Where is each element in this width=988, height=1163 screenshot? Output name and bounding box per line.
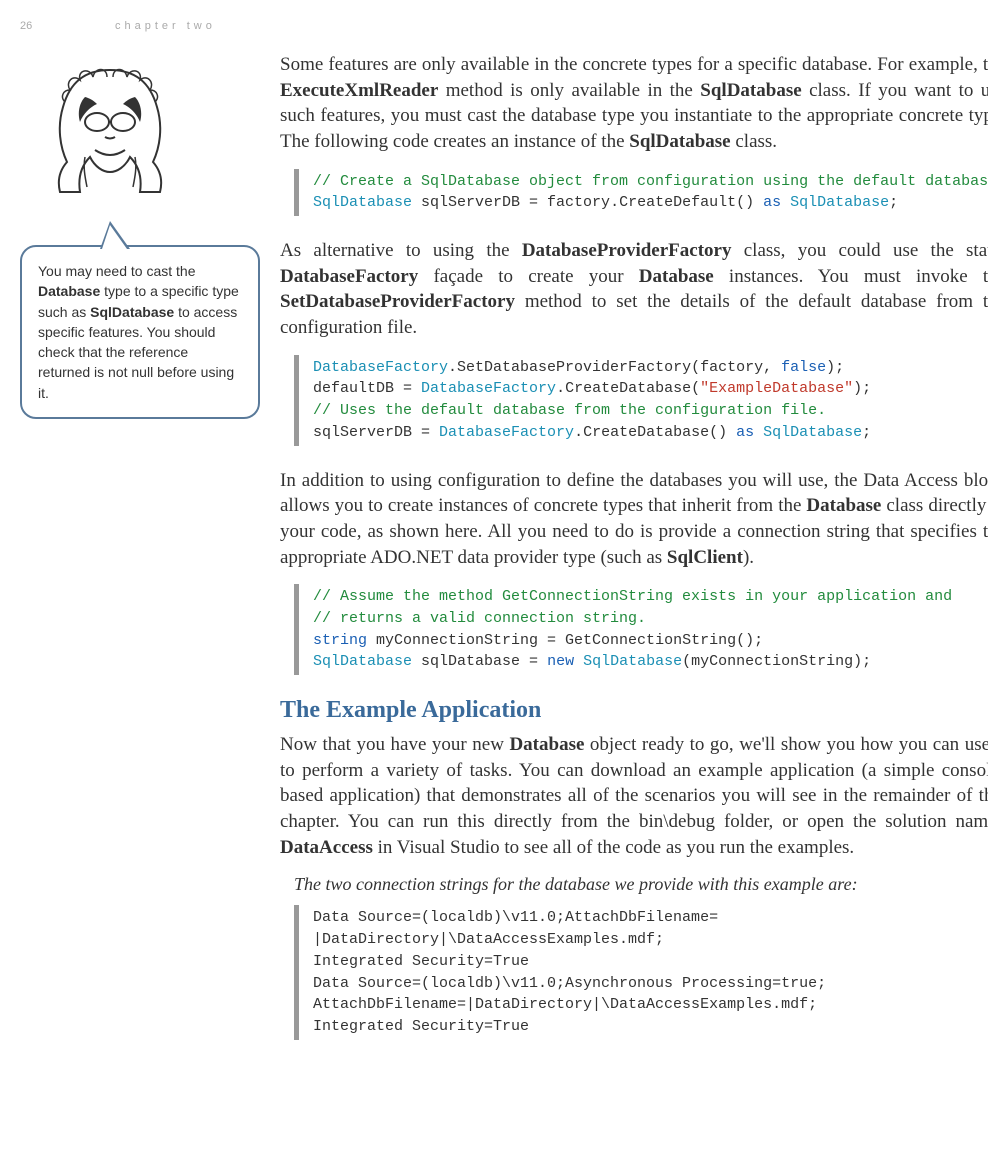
code-keyword: new bbox=[547, 653, 574, 670]
bold-term: SqlClient bbox=[667, 547, 743, 568]
code-string: "ExampleDatabase" bbox=[700, 380, 853, 397]
code-text: (myConnectionString); bbox=[682, 653, 871, 670]
code-type: SqlDatabase bbox=[763, 424, 862, 441]
body-text: Some features are only available in the … bbox=[280, 54, 988, 75]
code-text: Data Source=(localdb)\v11.0;Asynchronous… bbox=[313, 975, 826, 992]
code-text: ); bbox=[853, 380, 871, 397]
code-block: Data Source=(localdb)\v11.0;AttachDbFile… bbox=[294, 905, 988, 1040]
page-header: 26 chapter two bbox=[20, 20, 968, 32]
body-text: Now that you have your new bbox=[280, 734, 509, 755]
bold-term: DatabaseFactory bbox=[280, 266, 418, 287]
code-text: .CreateDatabase( bbox=[556, 380, 700, 397]
bold-term: DatabaseProviderFactory bbox=[522, 240, 732, 261]
bold-term: ExecuteXmlReader bbox=[280, 80, 438, 101]
code-text: Integrated Security=True bbox=[313, 953, 529, 970]
code-text: Integrated Security=True bbox=[313, 1018, 529, 1035]
body-text: ). bbox=[743, 547, 754, 568]
code-keyword: as bbox=[736, 424, 754, 441]
body-text: class. bbox=[731, 131, 777, 152]
italic-intro: The two connection strings for the datab… bbox=[294, 874, 988, 895]
code-keyword: string bbox=[313, 632, 367, 649]
code-text: myConnectionString = GetConnectionString… bbox=[367, 632, 763, 649]
code-type: SqlDatabase bbox=[583, 653, 682, 670]
main-content: Some features are only available in the … bbox=[280, 52, 988, 1062]
bold-term: SqlData­base bbox=[700, 80, 801, 101]
code-type: DatabaseFactory bbox=[439, 424, 574, 441]
code-text: ; bbox=[862, 424, 871, 441]
sidebar-callout: You may need to cast the Database type t… bbox=[20, 245, 260, 419]
code-text: .SetDatabaseProviderFactory(factory, bbox=[448, 359, 781, 376]
code-block: DatabaseFactory.SetDatabaseProviderFacto… bbox=[294, 355, 988, 446]
code-type: SqlDatabase bbox=[313, 653, 412, 670]
code-text: sqlServerDB = factory.CreateDefault() bbox=[412, 194, 763, 211]
section-heading: The Example Application bbox=[280, 697, 988, 724]
code-block: // Assume the method GetConnectionString… bbox=[294, 584, 988, 675]
code-text: Data Source=(localdb)\v11.0;AttachDbFile… bbox=[313, 909, 718, 926]
code-text: ; bbox=[889, 194, 898, 211]
paragraph: As alternative to using the DatabaseProv… bbox=[280, 238, 988, 341]
code-type: SqlDatabase bbox=[313, 194, 412, 211]
code-type: SqlDatabase bbox=[790, 194, 889, 211]
code-type: DatabaseFactory bbox=[313, 359, 448, 376]
bold-term: SetDatabaseProviderFactory bbox=[280, 291, 515, 312]
code-comment: // Create a SqlDatabase object from conf… bbox=[313, 173, 988, 190]
code-text: |DataDirectory|\DataAccessExamples.mdf; bbox=[313, 931, 664, 948]
paragraph: Now that you have your new Database obje… bbox=[280, 732, 988, 860]
chapter-label: chapter two bbox=[115, 20, 216, 32]
body-text: method is only available in the bbox=[438, 80, 700, 101]
code-keyword: false bbox=[781, 359, 826, 376]
code-text bbox=[754, 424, 763, 441]
sidebar: You may need to cast the Database type t… bbox=[20, 52, 280, 419]
bold-term: SqlDatabase bbox=[629, 131, 730, 152]
content-row: You may need to cast the Database type t… bbox=[20, 52, 968, 1062]
page-number: 26 bbox=[20, 20, 115, 32]
code-text bbox=[781, 194, 790, 211]
body-text: in Visual Studio to see all of the code … bbox=[373, 837, 854, 858]
code-text bbox=[574, 653, 583, 670]
code-comment: // Uses the default database from the co… bbox=[313, 402, 826, 419]
code-text: defaultDB = bbox=[313, 380, 421, 397]
bold-term: Database bbox=[639, 266, 714, 287]
body-text: instances. You must invoke the bbox=[714, 266, 988, 287]
code-comment: // Assume the method GetConnectionString… bbox=[313, 588, 952, 605]
bold-term: DataAccess bbox=[280, 837, 373, 858]
code-comment: // returns a valid connection string. bbox=[313, 610, 646, 627]
bold-term: Database bbox=[806, 495, 881, 516]
code-text: sqlServerDB = bbox=[313, 424, 439, 441]
callout-bold: SqlDatabase bbox=[90, 304, 174, 320]
code-type: DatabaseFactory bbox=[421, 380, 556, 397]
body-text: façade to create your bbox=[418, 266, 639, 287]
code-block: // Create a SqlDatabase object from conf… bbox=[294, 169, 988, 217]
callout-text: You may need to cast the bbox=[38, 263, 195, 279]
avatar-illustration bbox=[35, 52, 185, 217]
code-text: .CreateDatabase() bbox=[574, 424, 736, 441]
body-text: class, you could use the static bbox=[731, 240, 988, 261]
code-keyword: as bbox=[763, 194, 781, 211]
body-text: As alternative to using the bbox=[280, 240, 522, 261]
callout-bold: Database bbox=[38, 283, 100, 299]
code-text: sqlDatabase = bbox=[412, 653, 547, 670]
paragraph: Some features are only available in the … bbox=[280, 52, 988, 155]
bold-term: Database bbox=[509, 734, 584, 755]
page: 26 chapter two You may need to cast th bbox=[0, 20, 988, 1062]
paragraph: In addition to using configuration to de… bbox=[280, 468, 988, 571]
code-text: AttachDbFilename=|DataDirectory|\DataAcc… bbox=[313, 996, 817, 1013]
code-text: ); bbox=[826, 359, 844, 376]
